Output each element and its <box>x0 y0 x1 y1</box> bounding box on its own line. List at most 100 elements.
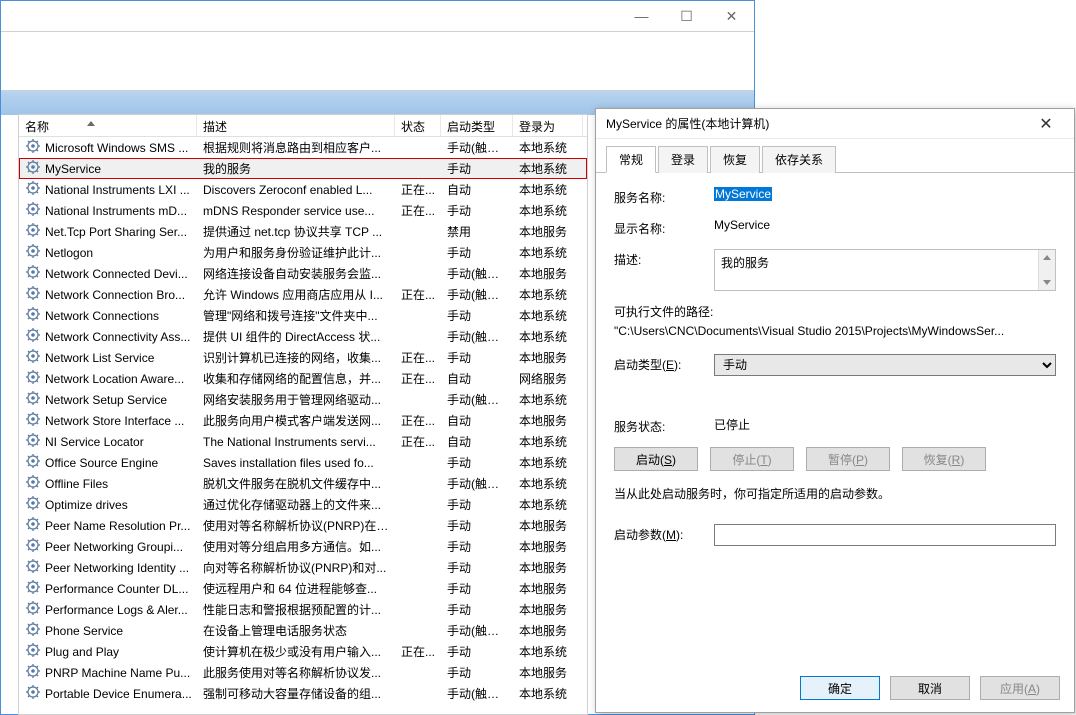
service-row[interactable]: Offline Files脱机文件服务在脱机文件缓存中...手动(触发...本地… <box>19 473 587 494</box>
service-state: 正在... <box>395 643 441 660</box>
service-name: Microsoft Windows SMS ... <box>45 141 188 155</box>
cancel-button[interactable]: 取消 <box>890 676 970 700</box>
service-icon <box>25 432 41 451</box>
ok-button[interactable]: 确定 <box>800 676 880 700</box>
service-control-buttons: 启动(S) 停止(T) 暂停(P) 恢复(R) <box>614 447 1056 471</box>
service-row[interactable]: National Instruments LXI ...Discovers Ze… <box>19 179 587 200</box>
service-row[interactable]: Peer Networking Identity ...向对等名称解析协议(PN… <box>19 557 587 578</box>
service-startup-type: 手动 <box>441 307 513 324</box>
service-description: 允许 Windows 应用商店应用从 I... <box>197 286 395 303</box>
service-description: 脱机文件服务在脱机文件缓存中... <box>197 475 395 492</box>
service-row[interactable]: Peer Name Resolution Pr...使用对等名称解析协议(PNR… <box>19 515 587 536</box>
service-row[interactable]: Network Setup Service网络安装服务用于管理网络驱动...手动… <box>19 389 587 410</box>
service-name: Phone Service <box>45 624 123 638</box>
header-name[interactable]: 名称 <box>19 115 197 136</box>
tab-recovery[interactable]: 恢复 <box>710 146 760 173</box>
tab-strip: 常规 登录 恢复 依存关系 <box>596 139 1074 173</box>
service-logon-as: 本地服务 <box>513 538 583 555</box>
service-startup-type: 手动 <box>441 664 513 681</box>
header-startup-type[interactable]: 启动类型 <box>441 115 513 136</box>
service-icon <box>25 138 41 157</box>
service-row[interactable]: Microsoft Windows SMS ...根据规则将消息路由到相应客户.… <box>19 137 587 158</box>
service-icon <box>25 684 41 703</box>
service-description: 在设备上管理电话服务状态 <box>197 622 395 639</box>
service-icon <box>25 411 41 430</box>
service-row[interactable]: Netlogon为用户和服务身份验证维护此计...手动本地系统 <box>19 242 587 263</box>
startup-type-select[interactable]: 手动 <box>714 354 1056 376</box>
service-row[interactable]: Network Connection Bro...允许 Windows 应用商店… <box>19 284 587 305</box>
service-icon <box>25 663 41 682</box>
service-row[interactable]: Network Connections管理"网络和拨号连接"文件夹中...手动本… <box>19 305 587 326</box>
service-row[interactable]: MyService我的服务手动本地系统 <box>19 158 587 179</box>
service-name: Plug and Play <box>45 645 119 659</box>
service-row[interactable]: Network Connected Devi...网络连接设备自动安装服务会监.… <box>19 263 587 284</box>
service-row[interactable]: Peer Networking Groupi...使用对等分组启用多方通信。如.… <box>19 536 587 557</box>
startup-params-hint: 当从此处启动服务时，你可指定所适用的启动参数。 <box>614 485 1056 502</box>
service-name: Network Store Interface ... <box>45 414 184 428</box>
service-startup-type: 手动 <box>441 580 513 597</box>
service-row[interactable]: Net.Tcp Port Sharing Ser...提供通过 net.tcp … <box>19 221 587 242</box>
service-state: 正在... <box>395 433 441 450</box>
header-state[interactable]: 状态 <box>395 115 441 136</box>
header-description[interactable]: 描述 <box>197 115 395 136</box>
service-name: Performance Logs & Aler... <box>45 603 188 617</box>
service-description: 使用对等分组启用多方通信。如... <box>197 538 395 555</box>
service-name: NI Service Locator <box>45 435 144 449</box>
service-icon <box>25 600 41 619</box>
service-row[interactable]: Network List Service识别计算机已连接的网络，收集...正在.… <box>19 347 587 368</box>
tab-logon[interactable]: 登录 <box>658 146 708 173</box>
service-row[interactable]: Plug and Play使计算机在极少或没有用户输入...正在...手动本地系… <box>19 641 587 662</box>
service-icon <box>25 369 41 388</box>
start-button[interactable]: 启动(S) <box>614 447 698 471</box>
service-logon-as: 本地服务 <box>513 517 583 534</box>
service-row[interactable]: Optimize drives 通过优化存储驱动器上的文件来... 手动本地系统 <box>19 494 587 515</box>
service-name: National Instruments mD... <box>45 204 187 218</box>
service-startup-type: 手动(触发... <box>441 391 513 408</box>
minimize-button[interactable]: — <box>619 1 664 31</box>
maximize-button[interactable]: ☐ <box>664 1 709 31</box>
service-logon-as: 本地系统 <box>513 244 583 261</box>
close-button[interactable]: ✕ <box>709 1 754 31</box>
service-startup-type: 手动 <box>441 517 513 534</box>
service-row[interactable]: National Instruments mD...mDNS Responder… <box>19 200 587 221</box>
service-startup-type: 手动(触发... <box>441 622 513 639</box>
service-description: The National Instruments servi... <box>197 435 395 449</box>
service-description: Saves installation files used fo... <box>197 456 395 470</box>
service-logon-as: 本地系统 <box>513 496 583 513</box>
service-startup-type: 手动(触发... <box>441 139 513 156</box>
service-name: MyService <box>45 162 101 176</box>
tab-dependencies[interactable]: 依存关系 <box>762 146 836 173</box>
header-logon-as[interactable]: 登录为 <box>513 115 583 136</box>
service-row[interactable]: Network Connectivity Ass...提供 UI 组件的 Dir… <box>19 326 587 347</box>
tab-general[interactable]: 常规 <box>606 146 656 173</box>
service-row[interactable]: Portable Device Enumera...强制可移动大容量存储设备的组… <box>19 683 587 704</box>
service-row[interactable]: Phone Service在设备上管理电话服务状态手动(触发...本地服务 <box>19 620 587 641</box>
service-description: 提供 UI 组件的 DirectAccess 状... <box>197 328 395 345</box>
service-name: Optimize drives <box>45 498 128 512</box>
service-logon-as: 本地系统 <box>513 391 583 408</box>
resume-button: 恢复(R) <box>902 447 986 471</box>
service-row[interactable]: PNRP Machine Name Pu...此服务使用对等名称解析协议发...… <box>19 662 587 683</box>
service-description: Discovers Zeroconf enabled L... <box>197 183 395 197</box>
description-scrollbar[interactable] <box>1038 250 1055 290</box>
service-startup-type: 手动 <box>441 349 513 366</box>
service-row[interactable]: NI Service Locator The National Instrumen… <box>19 431 587 452</box>
service-row[interactable]: Performance Counter DL...使远程用户和 64 位进程能够… <box>19 578 587 599</box>
service-name: Netlogon <box>45 246 93 260</box>
service-icon <box>25 159 41 178</box>
service-logon-as: 本地服务 <box>513 580 583 597</box>
value-executable-path: "C:\Users\CNC\Documents\Visual Studio 20… <box>614 324 1056 338</box>
service-row[interactable]: Performance Logs & Aler...性能日志和警报根据预配置的计… <box>19 599 587 620</box>
stop-button: 停止(T) <box>710 447 794 471</box>
dialog-titlebar: MyService 的属性(本地计算机) ✕ <box>596 109 1074 139</box>
dialog-close-button[interactable]: ✕ <box>1028 114 1064 134</box>
service-row[interactable]: Network Location Aware...收集和存储网络的配置信息，并.… <box>19 368 587 389</box>
service-name: Portable Device Enumera... <box>45 687 192 701</box>
startup-params-input[interactable] <box>714 524 1056 546</box>
service-row[interactable]: Network Store Interface ...此服务向用户模式客户端发送… <box>19 410 587 431</box>
service-row[interactable]: Office Source EngineSaves installation f… <box>19 452 587 473</box>
service-startup-type: 手动 <box>441 496 513 513</box>
service-description: 通过优化存储驱动器上的文件来... <box>197 496 395 513</box>
service-startup-type: 手动(触发... <box>441 286 513 303</box>
service-name: Network Location Aware... <box>45 372 184 386</box>
